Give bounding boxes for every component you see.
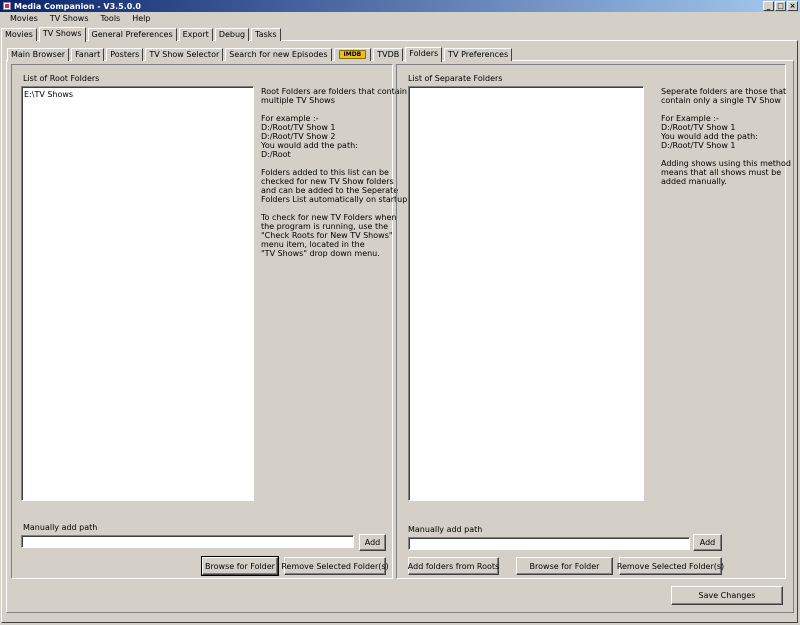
root-folders-label: List of Root Folders [23, 74, 100, 83]
help-line: and can be added to the Seperate [261, 186, 399, 195]
help-line: For example :- [261, 114, 319, 123]
help-line: contain only a single TV Show [661, 96, 781, 105]
tab-debug[interactable]: Debug [214, 28, 250, 41]
root-remove-button[interactable]: Remove Selected Folder(s) [281, 557, 389, 575]
help-line: Seperate folders are those that [661, 87, 787, 96]
main-tab-strip: Movies TV Shows General Preferences Expo… [1, 26, 283, 42]
tab-tv-shows[interactable]: TV Shows [38, 27, 86, 42]
separate-add-button[interactable]: Add [693, 534, 722, 551]
separate-browse-button[interactable]: Browse for Folder [516, 557, 613, 575]
help-line: D:/Root [261, 150, 291, 159]
help-paragraph: Adding shows using this method means tha… [661, 159, 791, 186]
help-paragraph: For example :- D:/Root/TV Show 1 D:/Root… [261, 114, 410, 159]
separate-folders-label: List of Separate Folders [408, 74, 503, 83]
tab-fanart[interactable]: Fanart [71, 48, 105, 61]
help-line: Folders added to this list can be [261, 168, 389, 177]
help-line: D:/Root/TV Show 2 [261, 132, 336, 141]
tab-general-preferences[interactable]: General Preferences [87, 28, 177, 41]
tab-main-browser[interactable]: Main Browser [7, 48, 70, 61]
help-line: Root Folders are folders that contain [261, 87, 407, 96]
help-line: D:/Root/TV Show 1 [661, 123, 736, 132]
help-line: Adding shows using this method [661, 159, 791, 168]
tab-folders[interactable]: Folders [405, 47, 443, 62]
tab-tasks[interactable]: Tasks [251, 28, 281, 41]
tab-imdb[interactable]: IMDB [333, 48, 372, 61]
tab-tv-preferences[interactable]: TV Preferences [444, 48, 513, 61]
separate-remove-button[interactable]: Remove Selected Folder(s) [617, 557, 724, 575]
help-line: menu item, located in the [261, 240, 365, 249]
menu-help[interactable]: Help [126, 14, 156, 23]
help-line: multiple TV Shows [261, 96, 335, 105]
menu-movies[interactable]: Movies [4, 14, 44, 23]
add-from-roots-button[interactable]: Add folders from Roots [408, 557, 499, 575]
separate-manual-path-label: Manually add path [408, 525, 483, 534]
menu-tools[interactable]: Tools [95, 14, 127, 23]
root-folders-help: Root Folders are folders that contain mu… [261, 87, 410, 267]
root-folders-list[interactable]: E:\TV Shows [21, 86, 254, 501]
close-icon[interactable]: × [787, 1, 798, 11]
root-browse-button[interactable]: Browse for Folder [201, 556, 279, 576]
imdb-logo-icon: IMDB [338, 50, 367, 59]
save-changes-button[interactable]: Save Changes [671, 586, 783, 605]
tab-export[interactable]: Export [178, 28, 213, 41]
help-line: To check for new TV Folders when [261, 213, 397, 222]
separate-folders-help: Seperate folders are those that contain … [661, 87, 791, 195]
app-icon [3, 2, 11, 10]
help-paragraph: Root Folders are folders that contain mu… [261, 87, 410, 105]
separate-manual-path-input[interactable] [408, 537, 690, 550]
help-paragraph: Seperate folders are those that contain … [661, 87, 791, 105]
help-paragraph: Folders added to this list can be checke… [261, 168, 410, 204]
help-line: added manually. [661, 177, 727, 186]
tab-tvdb[interactable]: TVDB [373, 48, 404, 61]
help-paragraph: To check for new TV Folders when the pro… [261, 213, 410, 258]
help-line: You would add the path: [661, 132, 758, 141]
help-line: "TV Shows" drop down menu. [261, 249, 380, 258]
help-line: For Example :- [661, 114, 719, 123]
help-paragraph: For Example :- D:/Root/TV Show 1 You wou… [661, 114, 791, 150]
help-line: the program is running, use the [261, 222, 389, 231]
tab-movies[interactable]: Movies [1, 28, 37, 41]
sub-tab-strip: Main Browser Fanart Posters TV Show Sele… [7, 45, 514, 62]
root-manual-path-input[interactable] [21, 535, 354, 548]
help-line: means that all shows must be [661, 168, 782, 177]
help-line: checked for new TV Show folders [261, 177, 394, 186]
help-line: Folders List automatically on startup. [261, 195, 410, 204]
menu-tv-shows[interactable]: TV Shows [44, 14, 95, 23]
help-line: D:/Root/TV Show 1 [261, 123, 336, 132]
list-item[interactable]: E:\TV Shows [24, 90, 251, 99]
tab-tv-show-selector[interactable]: TV Show Selector [145, 48, 224, 61]
title-bar: Media Companion - V3.5.0.0 _ □ × [0, 0, 800, 12]
tab-posters[interactable]: Posters [106, 48, 144, 61]
help-line: You would add the path: [261, 141, 358, 150]
window-title: Media Companion - V3.5.0.0 [14, 1, 141, 11]
minimize-icon[interactable]: _ [763, 1, 774, 11]
tab-search-new-episodes[interactable]: Search for new Episodes [225, 48, 332, 61]
maximize-icon[interactable]: □ [775, 1, 786, 11]
root-add-button[interactable]: Add [359, 534, 386, 551]
root-manual-path-label: Manually add path [23, 523, 98, 532]
menu-bar: Movies TV Shows Tools Help [0, 12, 800, 25]
help-line: D:/Root/TV Show 1 [661, 141, 736, 150]
separate-folders-list[interactable] [408, 86, 644, 501]
help-line: "Check Roots for New TV Shows" [261, 231, 393, 240]
